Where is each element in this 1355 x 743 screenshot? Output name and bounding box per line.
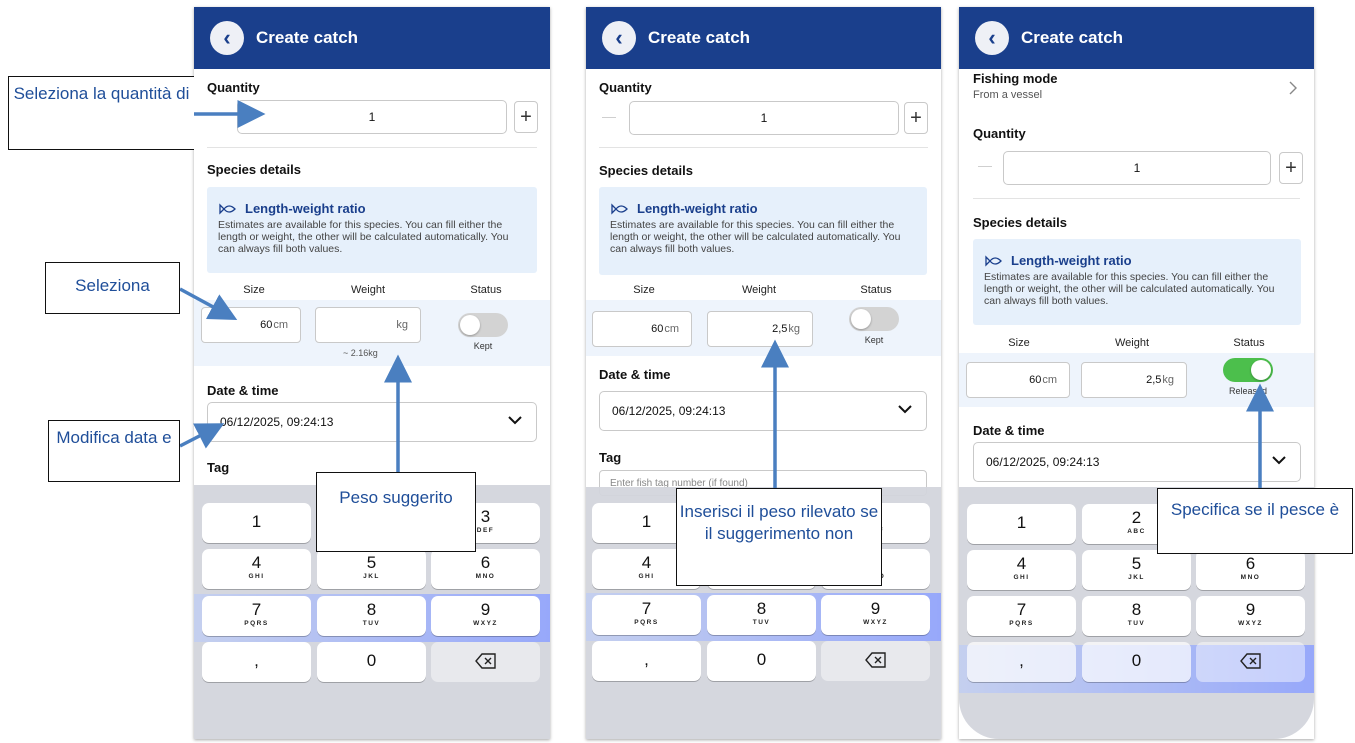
callout-status: Specifica se il pesce è: [1157, 488, 1353, 554]
arrow-size: [179, 287, 238, 321]
callout-weight-input: Inserisci il peso rilevato se il suggeri…: [676, 488, 882, 586]
callout-date: Modifica data e: [48, 420, 180, 482]
annotation-arrows: [179, 100, 1274, 488]
callout-size: Seleziona: [45, 262, 180, 314]
callout-quantity: Seleziona la quantità di: [8, 76, 194, 150]
callout-weight-hint: Peso suggerito: [316, 472, 476, 552]
arrow-date: [179, 423, 225, 449]
